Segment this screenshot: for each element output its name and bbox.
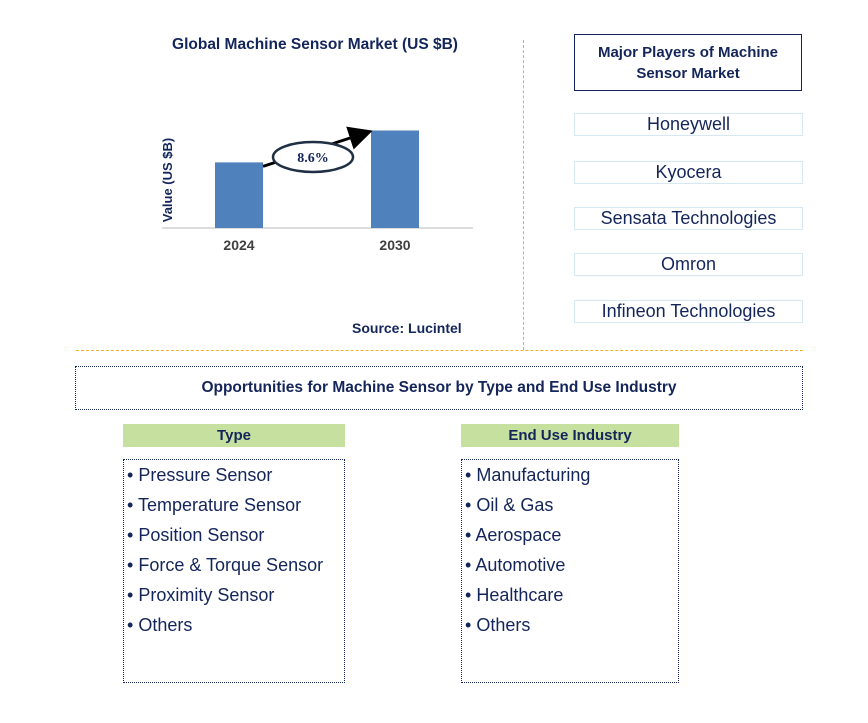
- end-use-list-item: • Aerospace: [465, 522, 678, 552]
- bullet-icon: •: [465, 525, 472, 545]
- end-use-list: • Manufacturing • Oil & Gas • Aerospace …: [461, 459, 679, 683]
- bullet-icon: •: [127, 495, 134, 515]
- bullet-icon: •: [465, 465, 472, 485]
- horizontal-divider: [76, 350, 803, 351]
- type-item-label: Temperature Sensor: [138, 495, 302, 515]
- end-use-list-item: • Others: [465, 612, 678, 642]
- type-list-item: • Position Sensor: [127, 522, 344, 552]
- type-list-item: • Proximity Sensor: [127, 582, 344, 612]
- type-item-label: Others: [138, 615, 193, 635]
- y-axis-label: Value (US $B): [160, 138, 175, 223]
- end-use-item-label: Healthcare: [476, 585, 564, 605]
- player-item: Kyocera: [574, 161, 803, 184]
- bullet-icon: •: [465, 615, 472, 635]
- type-list-item: • Others: [127, 612, 344, 642]
- type-item-label: Force & Torque Sensor: [138, 555, 324, 575]
- end-use-item-label: Aerospace: [475, 525, 562, 545]
- bullet-icon: •: [465, 555, 472, 575]
- source-label: Source: Lucintel: [352, 320, 462, 336]
- type-item-label: Proximity Sensor: [138, 585, 275, 605]
- bullet-icon: •: [465, 495, 472, 515]
- cagr-label: 8.6%: [297, 151, 329, 166]
- bar-2024: [215, 162, 263, 228]
- opportunities-title-box: Opportunities for Machine Sensor by Type…: [75, 366, 803, 410]
- x-tick-label: 2030: [379, 237, 410, 253]
- players-header: Major Players of Machine Sensor Market: [574, 34, 802, 91]
- player-item: Omron: [574, 253, 803, 276]
- chart-title: Global Machine Sensor Market (US $B): [172, 36, 458, 53]
- bar-chart: Value (US $B) 8.6% 2024 2030: [160, 126, 473, 253]
- end-use-item-label: Manufacturing: [476, 465, 591, 485]
- player-item: Honeywell: [574, 113, 803, 136]
- bullet-icon: •: [127, 615, 134, 635]
- type-list-item: • Force & Torque Sensor: [127, 552, 344, 582]
- x-tick-label: 2024: [223, 237, 254, 253]
- end-use-item-label: Oil & Gas: [476, 495, 554, 515]
- bullet-icon: •: [465, 585, 472, 605]
- end-use-list-item: • Healthcare: [465, 582, 678, 612]
- type-item-label: Pressure Sensor: [138, 465, 273, 485]
- vertical-divider: [523, 40, 524, 350]
- end-use-list-item: • Oil & Gas: [465, 492, 678, 522]
- bullet-icon: •: [127, 585, 134, 605]
- type-list-item: • Temperature Sensor: [127, 492, 344, 522]
- bar-2030: [371, 130, 419, 228]
- player-item: Sensata Technologies: [574, 207, 803, 230]
- end-use-header: End Use Industry: [461, 424, 679, 447]
- end-use-item-label: Automotive: [475, 555, 566, 575]
- type-list-item: • Pressure Sensor: [127, 462, 344, 492]
- type-item-label: Position Sensor: [138, 525, 265, 545]
- end-use-list-item: • Automotive: [465, 552, 678, 582]
- opportunities-title: Opportunities for Machine Sensor by Type…: [201, 379, 677, 396]
- bullet-icon: •: [127, 525, 134, 545]
- player-item: Infineon Technologies: [574, 300, 803, 323]
- end-use-item-label: Others: [476, 615, 531, 635]
- end-use-list-item: • Manufacturing: [465, 462, 678, 492]
- players-header-text: Major Players of Machine Sensor Market: [597, 43, 779, 82]
- bullet-icon: •: [127, 465, 134, 485]
- type-header: Type: [123, 424, 345, 447]
- type-list: • Pressure Sensor • Temperature Sensor •…: [123, 459, 345, 683]
- bullet-icon: •: [127, 555, 134, 575]
